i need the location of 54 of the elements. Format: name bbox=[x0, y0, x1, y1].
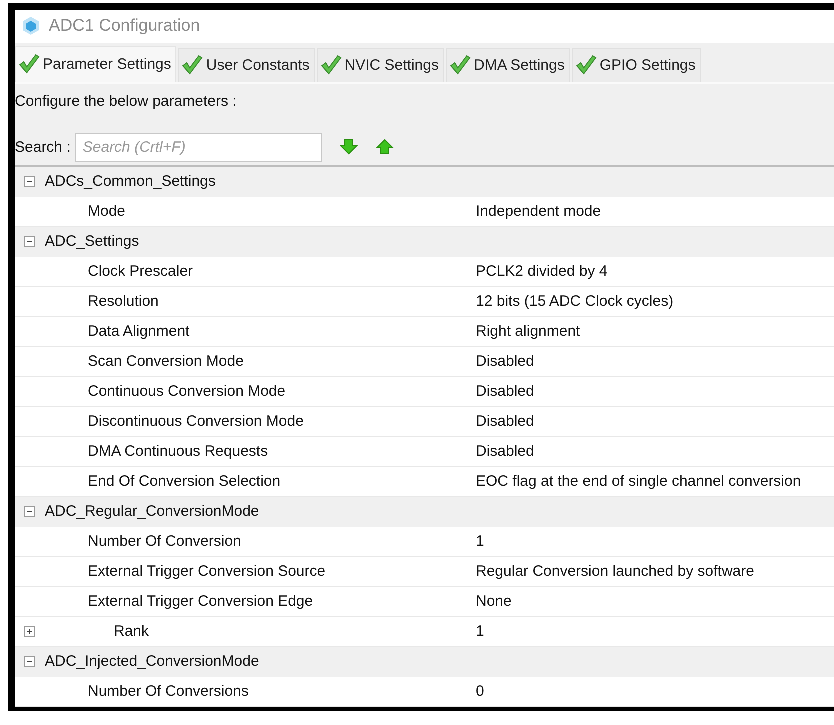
check-icon bbox=[18, 53, 40, 76]
up-arrow-icon[interactable] bbox=[376, 139, 394, 156]
parameter-name: Rank bbox=[114, 623, 150, 640]
parameter-value[interactable]: Disabled bbox=[476, 353, 534, 370]
group-label[interactable]: ADC_Regular_ConversionMode bbox=[45, 503, 260, 520]
parameter-name: Discontinuous Conversion Mode bbox=[88, 413, 304, 430]
collapse-icon[interactable] bbox=[24, 656, 34, 667]
parameter-value[interactable]: 1 bbox=[476, 623, 484, 640]
parameter-value[interactable]: Disabled bbox=[476, 443, 534, 460]
parameter-name: DMA Continuous Requests bbox=[88, 443, 268, 460]
tab[interactable]: DMA Settings bbox=[446, 48, 570, 82]
parameter-value[interactable]: 12 bits (15 ADC Clock cycles) bbox=[476, 293, 674, 310]
collapse-icon[interactable] bbox=[24, 506, 34, 517]
parameter-name: Clock Prescaler bbox=[88, 263, 194, 280]
parameter-value[interactable]: Regular Conversion launched by software bbox=[476, 563, 754, 580]
parameter-value[interactable]: Disabled bbox=[476, 413, 534, 430]
parameter-value[interactable]: Independent mode bbox=[476, 203, 602, 220]
parameter-name: Number Of Conversions bbox=[88, 683, 249, 700]
collapse-icon[interactable] bbox=[24, 236, 34, 247]
search-label: Search : bbox=[15, 138, 71, 156]
check-icon bbox=[181, 54, 204, 76]
expand-icon[interactable] bbox=[24, 626, 34, 637]
parameter-value[interactable]: None bbox=[476, 593, 512, 610]
check-icon bbox=[449, 54, 471, 76]
parameter-name: External Trigger Conversion Source bbox=[88, 563, 326, 580]
parameter-value[interactable]: PCLK2 divided by 4 bbox=[476, 263, 608, 280]
parameter-value[interactable]: Disabled bbox=[476, 383, 534, 400]
group-label[interactable]: ADC_Settings bbox=[45, 233, 140, 250]
parameter-value[interactable]: Right alignment bbox=[476, 323, 580, 340]
group-label[interactable]: ADCs_Common_Settings bbox=[45, 173, 216, 190]
search-field[interactable]: Search (Crtl+F) bbox=[74, 132, 322, 162]
parameter-name: External Trigger Conversion Edge bbox=[88, 593, 314, 610]
cube-icon bbox=[21, 16, 41, 36]
down-arrow-icon[interactable] bbox=[340, 139, 358, 156]
instruction-text: Configure the below parameters : bbox=[15, 93, 237, 110]
parameter-value[interactable]: 1 bbox=[476, 533, 484, 550]
check-icon bbox=[320, 54, 342, 76]
parameter-value[interactable]: EOC flag at the end of single channel conversion bbox=[476, 473, 802, 490]
check-icon bbox=[574, 54, 597, 76]
tab[interactable]: GPIO Settings bbox=[572, 48, 701, 82]
tab[interactable]: User Constants bbox=[178, 48, 315, 82]
parameter-name: Mode bbox=[88, 203, 126, 220]
parameter-name: End Of Conversion Selection bbox=[88, 473, 281, 490]
collapse-icon[interactable] bbox=[24, 176, 34, 187]
parameter-name: Data Alignment bbox=[88, 323, 190, 340]
parameter-value[interactable]: 0 bbox=[476, 683, 484, 700]
parameter-name: Resolution bbox=[88, 293, 159, 310]
tab[interactable]: NVIC Settings bbox=[316, 48, 444, 82]
window-title: ADC1 Configuration bbox=[49, 16, 200, 36]
parameter-name: Number Of Conversion bbox=[88, 533, 242, 550]
parameter-name: Continuous Conversion Mode bbox=[88, 383, 286, 400]
group-label[interactable]: ADC_Injected_ConversionMode bbox=[45, 653, 260, 670]
tab[interactable]: Parameter Settings bbox=[15, 46, 176, 82]
parameter-name: Scan Conversion Mode bbox=[88, 353, 244, 370]
